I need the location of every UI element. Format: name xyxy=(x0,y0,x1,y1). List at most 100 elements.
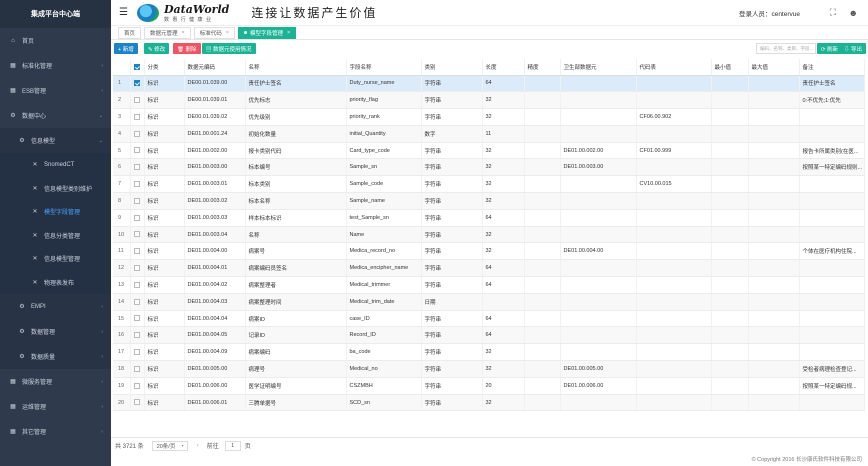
checkbox-icon[interactable] xyxy=(133,197,140,204)
select-all-checkbox[interactable] xyxy=(130,59,145,76)
row-checkbox-cell[interactable] xyxy=(130,108,145,126)
table-row[interactable]: 10 标识 DE01.00.003.04 名称 Name 字符串 32 xyxy=(113,226,865,244)
row-checkbox-cell[interactable] xyxy=(130,175,145,194)
user-icon[interactable]: ☻ xyxy=(849,8,858,18)
row-checkbox-cell[interactable] xyxy=(130,142,145,160)
tab[interactable]: 模型字段管理 × xyxy=(237,26,297,39)
row-checkbox-cell[interactable] xyxy=(130,377,145,395)
close-icon[interactable]: × xyxy=(287,30,290,36)
checkbox-icon[interactable] xyxy=(133,264,140,271)
checkbox-icon[interactable] xyxy=(133,113,140,120)
usage-button[interactable]: ▤ 数据元使用情况 xyxy=(202,43,256,54)
row-checkbox-cell[interactable] xyxy=(130,394,145,412)
sidebar-item[interactable]: ✕ 模型字段管理 xyxy=(0,200,111,224)
checkbox-icon[interactable] xyxy=(133,281,140,288)
table-row[interactable]: 1 标识 DE00.01.039.00 责任护士签名 Duty_nurse_name 字符… xyxy=(113,75,865,93)
checkbox-icon[interactable] xyxy=(133,147,140,154)
checkbox-icon[interactable] xyxy=(133,382,140,389)
row-checkbox-cell[interactable] xyxy=(130,226,145,244)
sidebar-item[interactable]: ▦ 运维管理 ‹ xyxy=(0,394,111,419)
row-checkbox-cell[interactable] xyxy=(130,192,145,210)
row-checkbox-cell[interactable] xyxy=(130,242,145,261)
sidebar-item[interactable]: ✕ 信息模型管理 xyxy=(0,247,111,271)
checkbox-icon[interactable] xyxy=(133,180,140,187)
table-row[interactable]: 7 标识 DE01.00.003.01 标本类别 Sample_code 字符串 32 CV1… xyxy=(113,175,865,194)
sidebar-item[interactable]: ▦ ESB管理 ‹ xyxy=(0,78,111,103)
checkbox-icon[interactable] xyxy=(133,332,140,339)
page-input[interactable]: 1 xyxy=(224,440,241,451)
sidebar-item[interactable]: ▦ 标准化管理 ‹ xyxy=(0,53,111,78)
sidebar-item[interactable]: ⚙ 数据管理 ‹ xyxy=(0,319,111,344)
checkbox-icon[interactable] xyxy=(133,348,140,355)
table-cell: 初始化数量 xyxy=(245,125,347,143)
row-checkbox-cell[interactable] xyxy=(130,293,145,311)
checkbox-icon[interactable] xyxy=(133,298,140,305)
sidebar-item[interactable]: ⚙ 信息模型 ⌄ xyxy=(0,128,111,153)
checkbox-icon[interactable] xyxy=(133,231,140,238)
table-row[interactable]: 20 标识 DE01.00.006.01 三腾单据号 SCD_sn 字符串 32 xyxy=(113,394,865,412)
close-icon[interactable]: × xyxy=(182,30,185,36)
sidebar-item[interactable]: ⚙ 数据质量 ‹ xyxy=(0,344,111,369)
row-checkbox-cell[interactable] xyxy=(130,276,145,294)
checkbox-icon[interactable] xyxy=(133,164,140,171)
checkbox-icon[interactable] xyxy=(133,80,140,87)
row-checkbox-cell[interactable] xyxy=(130,91,145,110)
sidebar-item[interactable]: ✕ 信息分类管理 xyxy=(0,223,111,247)
table-row[interactable]: 12 标识 DE01.00.004.01 病案编码员签名 Medica_encipher… xyxy=(113,259,865,278)
checkbox-icon[interactable] xyxy=(133,63,140,70)
export-button[interactable]: ⇩ 导出 xyxy=(839,43,866,54)
checkbox-icon[interactable] xyxy=(133,248,140,255)
sidebar-item[interactable]: ▦ 微服务管理 ‹ xyxy=(0,369,111,394)
table-row[interactable]: 18 标识 DE01.00.005.00 病理号 Medical_no 字符串 32 DE01… xyxy=(113,360,865,378)
checkbox-icon[interactable] xyxy=(133,365,140,372)
sidebar-item[interactable]: ✕ 物理表发布 xyxy=(0,270,111,294)
row-checkbox-cell[interactable] xyxy=(130,343,145,362)
row-checkbox-cell[interactable] xyxy=(130,158,145,177)
row-checkbox-cell[interactable] xyxy=(130,310,145,328)
close-icon[interactable]: × xyxy=(226,30,229,36)
row-checkbox-cell[interactable] xyxy=(130,360,145,378)
page-size-select[interactable]: 20条/页 ▾ xyxy=(151,440,188,451)
prev-page-icon[interactable]: ‹ xyxy=(197,443,199,449)
hamburger-menu-icon[interactable]: ☰ xyxy=(119,7,129,18)
table-row[interactable]: 17 标识 DE01.00.004.09 病案编码 ba_code 字符串 32 xyxy=(113,343,865,362)
delete-button[interactable]: 🗑 删除 xyxy=(173,43,201,54)
tab[interactable]: 首页 xyxy=(118,26,142,39)
row-checkbox-cell[interactable] xyxy=(130,259,145,278)
tab[interactable]: 数据元管理 × xyxy=(144,26,191,39)
sidebar-item[interactable]: ▦ 其它管理 ‹ xyxy=(0,419,111,444)
sidebar-item[interactable]: ⚙ 数据中心 ⌄ xyxy=(0,103,111,128)
table-row[interactable]: 4 标识 DE01.00.001.24 初始化数量 initial_Quantity 数字… xyxy=(113,125,865,143)
sidebar-item[interactable]: ⚙ EMPI ‹ xyxy=(0,294,111,319)
checkbox-icon[interactable] xyxy=(133,315,140,322)
checkbox-icon[interactable] xyxy=(133,130,140,137)
sidebar-item[interactable]: ⌂ 首页 xyxy=(0,28,111,53)
refresh-button[interactable]: ⟳ 刷新 xyxy=(816,43,842,54)
row-checkbox-cell[interactable] xyxy=(130,209,145,227)
row-checkbox-cell[interactable] xyxy=(130,75,145,93)
table-row[interactable]: 13 标识 DE01.00.004.02 病案整理者 Medical_trimmer 字符… xyxy=(113,276,865,294)
table-row[interactable]: 8 标识 DE01.00.003.02 标本名称 Sample_name 字符串 32 xyxy=(113,192,865,210)
table-row[interactable]: 11 标识 DE01.00.004.00 病案号 Medica_record_no 字符串… xyxy=(113,242,865,261)
tab[interactable]: 标准代码 × xyxy=(193,26,235,39)
table-row[interactable]: 6 标识 DE01.00.003.00 标本编号 Sample_sn 字符串 32 DE01.… xyxy=(113,158,865,177)
search-input[interactable]: 编码、名称、类目、字段... xyxy=(756,43,816,54)
row-checkbox-cell[interactable] xyxy=(130,125,145,143)
sidebar-item[interactable]: ✕ 信息模型类别维护 xyxy=(0,176,111,200)
table-row[interactable]: 3 标识 DE00.01.039.02 优先级别 priority_rank 字符串 32 C… xyxy=(113,108,865,126)
checkbox-icon[interactable] xyxy=(133,96,140,103)
table-row[interactable]: 14 标识 DE01.00.004.03 病案整理时间 Medical_trim_dat… xyxy=(113,293,865,311)
table-row[interactable]: 5 标识 DE01.00.002.00 报卡类别代码 Card_type_code 字符串… xyxy=(113,142,865,160)
add-button[interactable]: + 新增 xyxy=(114,43,138,54)
row-checkbox-cell[interactable] xyxy=(130,326,145,345)
checkbox-icon[interactable] xyxy=(133,214,140,221)
edit-button[interactable]: ✎ 修改 xyxy=(144,43,170,54)
table-row[interactable]: 2 标识 DE00.01.039.01 优先标志 priority_flag 字符串 32 0… xyxy=(113,91,865,110)
table-row[interactable]: 19 标识 DE01.00.006.00 医学证明编号 CSZMBH 字符串 20 DE01.… xyxy=(113,377,865,395)
table-row[interactable]: 9 标识 DE01.00.003.03 样本标本标识 test_Sample_sn 字符串… xyxy=(113,209,865,227)
table-row[interactable]: 15 标识 DE01.00.004.04 病案ID case_ID 字符串 64 xyxy=(113,310,865,328)
fullscreen-icon[interactable]: ⛶ xyxy=(830,7,836,18)
sidebar-item[interactable]: ✕ SnomedCT xyxy=(0,153,111,177)
table-row[interactable]: 16 标识 DE01.00.004.05 记录ID Record_ID 字符串 64 xyxy=(113,326,865,345)
checkbox-icon[interactable] xyxy=(133,399,140,406)
